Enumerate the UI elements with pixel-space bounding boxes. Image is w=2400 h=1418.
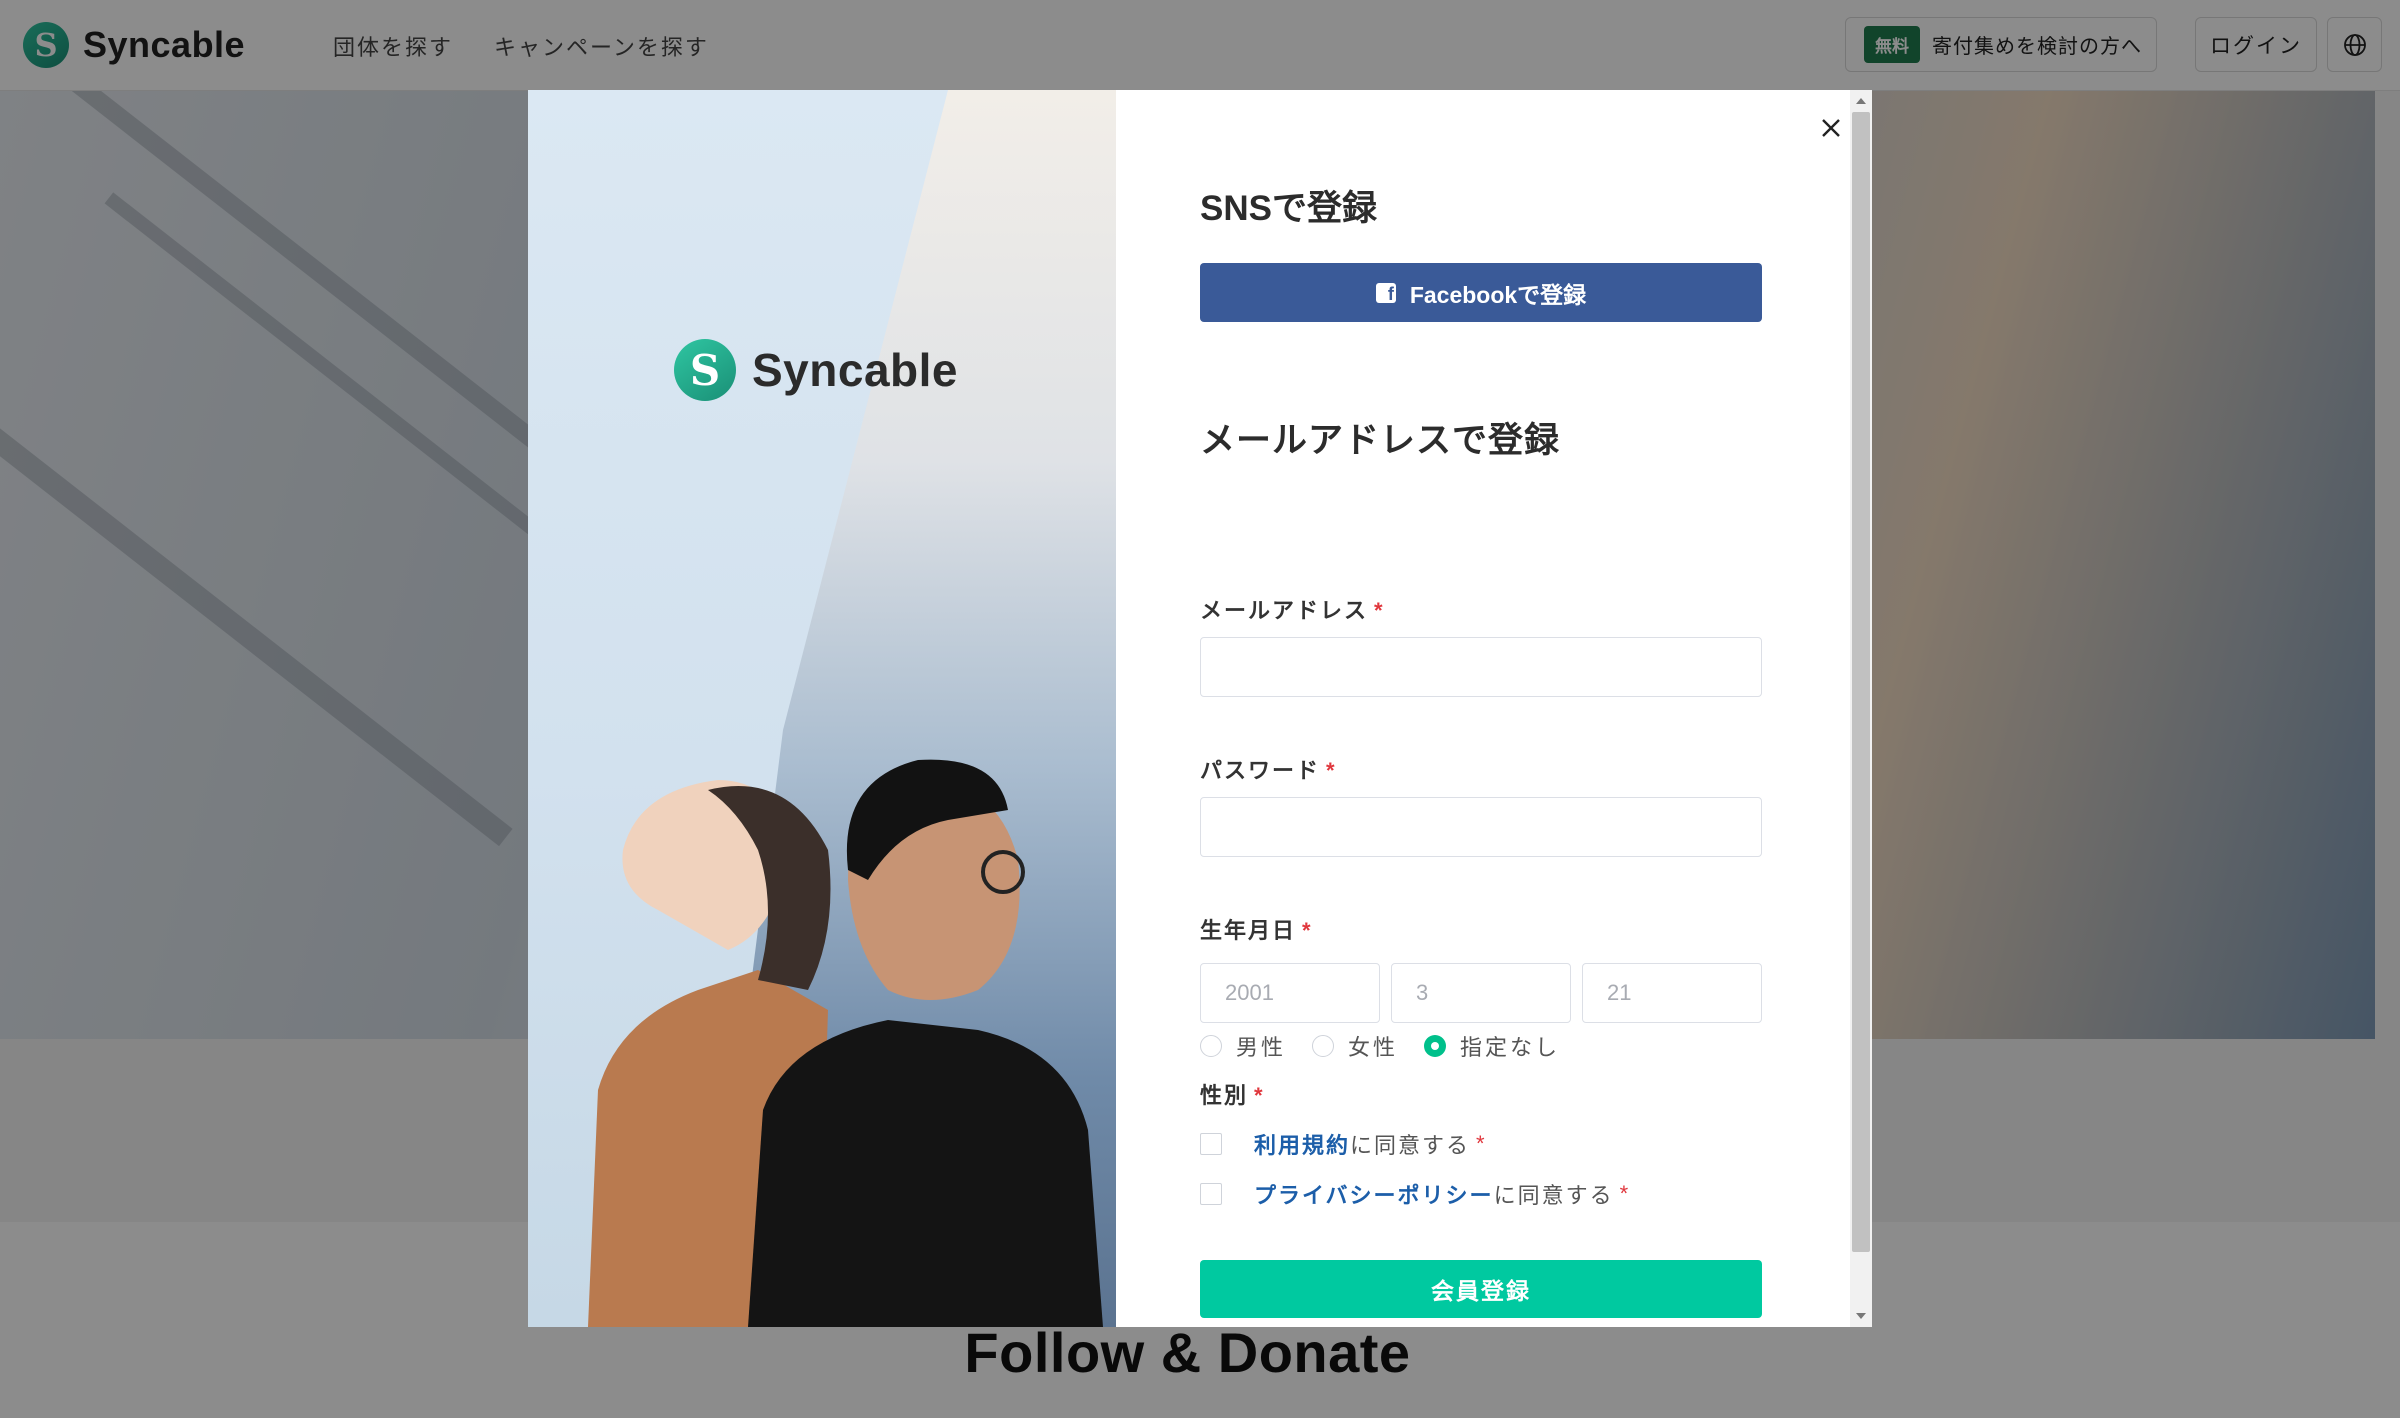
privacy-checkbox[interactable] — [1200, 1183, 1222, 1205]
signup-modal: S Syncable SNSで登録 f Facebookで登録 メールアドレスで… — [528, 90, 1872, 1327]
radio-button-selected[interactable] — [1424, 1035, 1447, 1057]
gender-option-female[interactable]: 女性 — [1312, 1030, 1398, 1062]
gender-option-label: 男性 — [1236, 1035, 1287, 1060]
couple-photo — [588, 759, 1103, 1327]
email-label-text: メールアドレス — [1200, 598, 1369, 623]
required-mark: * — [1326, 758, 1337, 783]
sns-signup-heading: SNSで登録 — [1200, 189, 1377, 228]
gender-option-label: 女性 — [1348, 1035, 1399, 1060]
radio-button[interactable] — [1200, 1035, 1222, 1057]
terms-agreement: 利用規約 に同意する * — [1200, 1128, 1487, 1160]
facebook-signup-label: Facebookで登録 — [1409, 281, 1587, 308]
email-input[interactable] — [1200, 637, 1762, 697]
required-mark: * — [1302, 918, 1313, 943]
password-label: パスワード * — [1200, 753, 1337, 785]
modal-scrollbar[interactable] — [1850, 90, 1872, 1327]
scrollbar-thumb[interactable] — [1852, 112, 1870, 1252]
email-signup-heading: メールアドレスで登録 — [1200, 421, 1561, 460]
radio-button[interactable] — [1312, 1035, 1335, 1057]
scroll-down-arrow-icon[interactable] — [1856, 1313, 1866, 1319]
close-button[interactable] — [1813, 110, 1849, 146]
privacy-policy-link[interactable]: プライバシーポリシー — [1254, 1178, 1494, 1210]
terms-suffix: に同意する — [1350, 1133, 1471, 1158]
facebook-signup-button[interactable]: f Facebookで登録 — [1200, 263, 1762, 322]
birth-month-select[interactable]: 3 — [1391, 963, 1571, 1023]
password-label-text: パスワード — [1200, 758, 1321, 783]
gender-option-unspecified[interactable]: 指定なし — [1424, 1030, 1560, 1062]
modal-brand-name: Syncable — [752, 344, 958, 396]
privacy-suffix: に同意する — [1493, 1183, 1614, 1208]
modal-brand-logo: S Syncable — [674, 339, 958, 401]
required-mark: * — [1254, 1083, 1265, 1108]
birthdate-label-text: 生年月日 — [1200, 918, 1297, 943]
gender-radio-group: 男性 女性 指定なし — [1200, 1030, 1586, 1062]
terms-link[interactable]: 利用規約 — [1254, 1128, 1350, 1160]
register-button[interactable]: 会員登録 — [1200, 1260, 1762, 1318]
gender-label: 性別 * — [1200, 1078, 1265, 1110]
gender-option-label: 指定なし — [1460, 1035, 1561, 1060]
close-icon — [1822, 119, 1840, 137]
required-mark: * — [1619, 1181, 1631, 1206]
terms-checkbox[interactable] — [1200, 1133, 1222, 1155]
email-label: メールアドレス * — [1200, 593, 1385, 625]
privacy-agreement: プライバシーポリシー に同意する * — [1200, 1178, 1630, 1210]
facebook-icon: f — [1375, 282, 1396, 303]
required-mark: * — [1476, 1131, 1487, 1156]
modal-illustration: S Syncable — [528, 90, 1116, 1327]
scroll-up-arrow-icon[interactable] — [1856, 98, 1866, 104]
syncable-logo-icon: S — [674, 339, 736, 401]
gender-option-male[interactable]: 男性 — [1200, 1030, 1286, 1062]
birth-day-select[interactable]: 21 — [1582, 963, 1762, 1023]
birthdate-label: 生年月日 * — [1200, 913, 1313, 945]
password-input[interactable] — [1200, 797, 1762, 857]
gender-label-text: 性別 — [1200, 1083, 1249, 1108]
required-mark: * — [1374, 598, 1385, 623]
birth-year-select[interactable]: 2001 — [1200, 963, 1380, 1023]
